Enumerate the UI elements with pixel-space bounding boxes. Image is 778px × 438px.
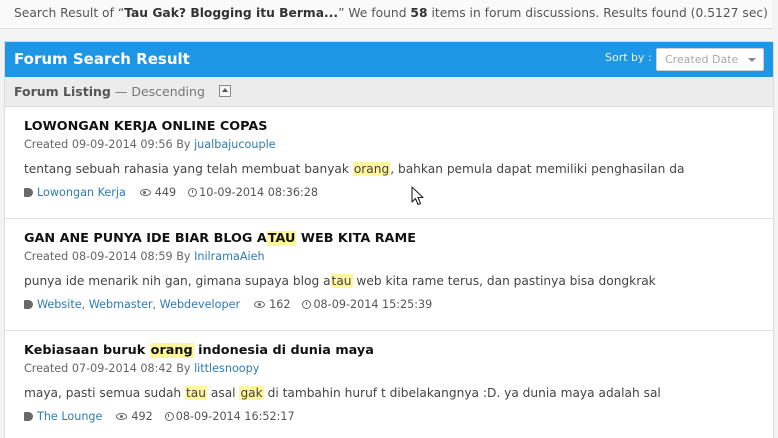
item-meta: Created 08-09-2014 08:59 By InilramaAieh xyxy=(24,249,773,265)
item-footer: Lowongan Kerja 449 10-09-2014 08:36:28 xyxy=(24,186,773,199)
item-title[interactable]: LOWONGAN KERJA ONLINE COPAS xyxy=(24,118,773,136)
snippet-text: di tambahin huruf t dibelakangnya :D. ya… xyxy=(263,386,661,400)
panel-title: Forum Search Result xyxy=(14,50,190,68)
clock-icon xyxy=(188,188,198,197)
listing-order: Descending xyxy=(131,84,205,99)
item-author-link[interactable]: InilramaAieh xyxy=(194,250,265,263)
summary-count: 58 xyxy=(410,6,428,20)
item-title-rest: WEB KITA RAME xyxy=(296,231,416,246)
summary-prefix: Search Result of “ xyxy=(14,6,125,20)
item-author-link[interactable]: jualbajucouple xyxy=(194,138,276,151)
item-tags-link[interactable]: The Lounge xyxy=(37,410,102,423)
item-footer: Website, Webmaster, Webdeveloper 162 08-… xyxy=(24,298,773,311)
item-meta: Created 07-09-2014 08:42 By littlesnoopy xyxy=(24,361,773,377)
sort-select[interactable]: Created Date xyxy=(656,48,764,71)
item-tags-link[interactable]: Website, Webmaster, Webdeveloper xyxy=(37,298,240,311)
eye-icon xyxy=(116,413,128,420)
tag-icon xyxy=(24,300,33,309)
item-snippet: maya, pasti semua sudah tau asal gak di … xyxy=(24,384,773,402)
item-title-text: GAN ANE PUNYA IDE BIAR BLOG A xyxy=(24,231,267,246)
snippet-highlight: tau xyxy=(330,274,353,288)
item-updated: 10-09-2014 08:36:28 xyxy=(199,186,318,199)
tag-icon xyxy=(24,412,33,421)
tag-icon xyxy=(24,188,33,197)
mouse-cursor-icon xyxy=(411,186,424,206)
listing-title: Forum Listing xyxy=(14,84,111,99)
item-views: 162 xyxy=(269,298,291,311)
summary-query: Tau Gak? Blogging itu Berma... xyxy=(124,6,339,20)
item-title-highlight: TAU xyxy=(266,231,297,246)
snippet-text: asal xyxy=(207,386,240,400)
item-title-highlight: orang xyxy=(149,343,194,358)
eye-icon xyxy=(254,301,266,308)
snippet-highlight: tau xyxy=(185,386,208,400)
list-item: GAN ANE PUNYA IDE BIAR BLOG ATAU WEB KIT… xyxy=(5,219,773,331)
summary-mid: ” We found xyxy=(338,6,411,20)
item-title-rest: indonesia di dunia maya xyxy=(193,343,374,358)
clock-icon xyxy=(302,300,312,309)
item-updated: 08-09-2014 16:52:17 xyxy=(175,410,295,423)
snippet-highlight: orang xyxy=(352,162,391,176)
snippet-highlight: gak xyxy=(239,386,264,400)
collapse-up-icon[interactable] xyxy=(218,84,231,97)
item-created: Created 09-09-2014 09:56 By xyxy=(24,138,195,151)
search-summary: Search Result of “Tau Gak? Blogging itu … xyxy=(0,0,772,29)
panel-header: Forum Search Result Sort by : Created Da… xyxy=(5,42,773,77)
item-updated: 08-09-2014 15:25:39 xyxy=(313,298,433,311)
forum-search-panel: Forum Search Result Sort by : Created Da… xyxy=(4,41,774,438)
item-snippet: tentang sebuah rahasia yang telah membua… xyxy=(24,160,773,178)
snippet-text: web kita rame terus, dan pastinya bisa d… xyxy=(352,274,656,288)
caret-down-icon xyxy=(748,58,756,62)
sort-label: Sort by : xyxy=(605,51,652,64)
item-meta: Created 09-09-2014 09:56 By jualbajucoup… xyxy=(24,137,773,153)
eye-icon xyxy=(139,189,151,196)
list-item: Kebiasaan buruk orang indonesia di dunia… xyxy=(5,331,773,438)
item-title[interactable]: Kebiasaan buruk orang indonesia di dunia… xyxy=(24,342,773,360)
listing-dash: — xyxy=(110,84,132,99)
item-author-link[interactable]: littlesnoopy xyxy=(194,362,259,375)
results-list: LOWONGAN KERJA ONLINE COPAS Created 09-0… xyxy=(5,107,773,438)
item-footer: The Lounge 492 08-09-2014 16:52:17 xyxy=(24,410,773,423)
item-created: Created 07-09-2014 08:42 By xyxy=(24,362,195,375)
snippet-text: maya, pasti semua sudah xyxy=(24,386,186,400)
summary-suffix: items in forum discussions. Results foun… xyxy=(427,6,768,20)
snippet-text: tentang sebuah rahasia yang telah membua… xyxy=(24,162,353,176)
item-views: 449 xyxy=(154,186,177,199)
listing-bar: Forum Listing — Descending xyxy=(5,77,773,107)
item-views: 492 xyxy=(131,410,153,423)
item-title-text: LOWONGAN KERJA ONLINE COPAS xyxy=(24,119,268,134)
item-snippet: punya ide menarik nih gan, gimana supaya… xyxy=(24,272,773,290)
item-title-text: Kebiasaan buruk xyxy=(24,343,150,358)
clock-icon xyxy=(164,412,174,421)
list-item: LOWONGAN KERJA ONLINE COPAS Created 09-0… xyxy=(5,107,773,219)
item-title[interactable]: GAN ANE PUNYA IDE BIAR BLOG ATAU WEB KIT… xyxy=(24,230,773,248)
snippet-text: , bahkan pemula dapat memiliki penghasil… xyxy=(390,162,685,176)
item-created: Created 08-09-2014 08:59 By xyxy=(24,250,195,263)
item-tags-link[interactable]: Lowongan Kerja xyxy=(37,186,126,199)
snippet-text: punya ide menarik nih gan, gimana supaya… xyxy=(24,274,331,288)
sort-select-value: Created Date xyxy=(665,53,739,66)
